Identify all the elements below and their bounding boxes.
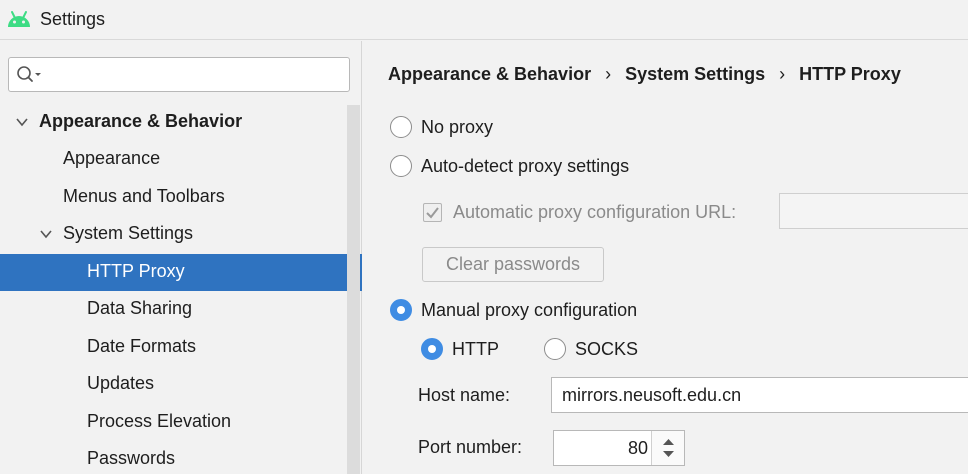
tree-item-label: Data Sharing xyxy=(87,298,193,318)
auto-config-url-option[interactable]: Automatic proxy configuration URL: xyxy=(423,202,736,223)
http-radio[interactable] xyxy=(421,338,443,360)
manual-proxy-option[interactable]: Manual proxy configuration xyxy=(390,299,637,321)
no-proxy-label: No proxy xyxy=(421,116,494,137)
port-number-stepper[interactable]: 80 xyxy=(553,430,685,466)
breadcrumb-item: HTTP Proxy xyxy=(799,64,901,84)
breadcrumb-item: System Settings xyxy=(625,64,766,84)
host-name-label: Host name: xyxy=(418,385,511,405)
socks-radio[interactable] xyxy=(544,338,566,360)
auto-detect-option[interactable]: Auto-detect proxy settings xyxy=(390,155,629,177)
host-name-input[interactable]: mirrors.neusoft.edu.cn xyxy=(551,377,968,413)
sidebar-scrollbar[interactable] xyxy=(347,105,360,474)
tree-item-process-elevation[interactable]: Process Elevation xyxy=(0,404,362,441)
port-number-value: 80 xyxy=(627,438,648,458)
manual-proxy-label: Manual proxy configuration xyxy=(421,299,638,320)
tree-item-label: Menus and Toolbars xyxy=(63,186,225,206)
port-number-label: Port number: xyxy=(418,437,523,457)
clear-passwords-button[interactable]: Clear passwords xyxy=(422,247,604,282)
tree-item-system-settings[interactable]: System Settings xyxy=(0,216,362,253)
breadcrumb-item: Appearance & Behavior xyxy=(388,64,592,84)
spinner-arrows-icon[interactable] xyxy=(651,431,684,465)
tree-item-updates[interactable]: Updates xyxy=(0,366,362,403)
breadcrumb-separator: › xyxy=(779,64,786,84)
auto-config-url-input[interactable] xyxy=(779,193,968,229)
android-icon xyxy=(8,11,30,27)
manual-proxy-radio[interactable] xyxy=(390,299,412,321)
tree-item-label: Process Elevation xyxy=(87,411,232,431)
search-input[interactable] xyxy=(8,57,350,92)
no-proxy-radio[interactable] xyxy=(390,116,412,138)
tree-item-passwords[interactable]: Passwords xyxy=(0,441,362,474)
auto-config-url-checkbox[interactable] xyxy=(423,203,442,222)
http-label: HTTP xyxy=(452,338,499,359)
tree-item-data-sharing[interactable]: Data Sharing xyxy=(0,291,362,328)
window-title: Settings xyxy=(40,9,106,29)
settings-sidebar: Appearance & Behavior Appearance Menus a… xyxy=(0,41,362,474)
auto-detect-label: Auto-detect proxy settings xyxy=(421,155,630,176)
tree-item-label: Appearance & Behavior xyxy=(39,111,243,131)
tree-item-label: Passwords xyxy=(87,448,176,468)
breadcrumb-separator: › xyxy=(605,64,612,84)
tree-item-label: Appearance xyxy=(63,148,161,168)
chevron-down-icon[interactable] xyxy=(15,115,29,129)
chevron-down-icon[interactable] xyxy=(39,227,53,241)
title-bar: Settings xyxy=(0,0,968,40)
breadcrumb: Appearance & Behavior › System Settings … xyxy=(388,64,901,85)
tree-item-menus-toolbars[interactable]: Menus and Toolbars xyxy=(0,179,362,216)
auto-config-url-label: Automatic proxy configuration URL: xyxy=(453,202,737,222)
tree-item-label: System Settings xyxy=(63,223,194,243)
no-proxy-option[interactable]: No proxy xyxy=(390,116,493,138)
tree-item-appearance[interactable]: Appearance xyxy=(0,141,362,178)
socks-label: SOCKS xyxy=(575,338,639,359)
tree-item-appearance-behavior[interactable]: Appearance & Behavior xyxy=(0,104,362,141)
http-proxy-panel: Appearance & Behavior › System Settings … xyxy=(363,41,968,474)
socks-option[interactable]: SOCKS xyxy=(544,338,638,360)
check-icon xyxy=(426,207,439,219)
tree-item-http-proxy[interactable]: HTTP Proxy xyxy=(0,254,362,291)
host-name-value: mirrors.neusoft.edu.cn xyxy=(562,384,742,405)
tree-item-label: HTTP Proxy xyxy=(87,261,185,281)
tree-item-date-formats[interactable]: Date Formats xyxy=(0,329,362,366)
http-option[interactable]: HTTP xyxy=(421,338,499,360)
search-icon[interactable] xyxy=(16,65,42,85)
auto-detect-radio[interactable] xyxy=(390,155,412,177)
spinner-arrows-glyph xyxy=(663,439,674,457)
tree-item-label: Date Formats xyxy=(87,336,197,356)
tree-item-label: Updates xyxy=(87,373,155,393)
